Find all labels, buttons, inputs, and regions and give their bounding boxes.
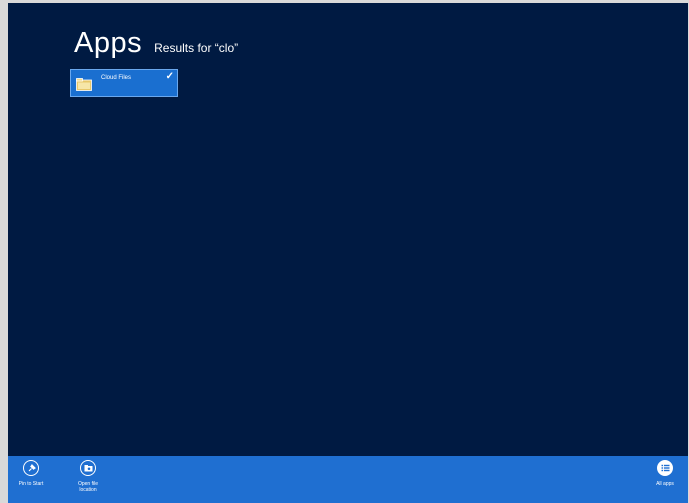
selected-check-icon: ✓ <box>165 71 174 82</box>
page-title: Apps <box>74 27 143 59</box>
pin-to-start-button[interactable]: Pin to Start <box>14 460 48 487</box>
pin-icon <box>23 460 39 476</box>
app-tile-label: Cloud Files <box>101 75 132 81</box>
app-tile-cloud-files[interactable]: Cloud Files ✓ <box>70 69 178 97</box>
all-apps-label: All apps <box>656 481 674 487</box>
search-results-subtitle: Results for “clo” <box>154 41 239 55</box>
screen: Apps Results for “clo” Cloud Files ✓ Pin… <box>0 0 689 503</box>
folder-location-icon <box>80 460 96 476</box>
app-bar: Pin to Start Open file location All apps <box>8 456 688 503</box>
open-file-location-button[interactable]: Open file location <box>71 460 105 493</box>
pin-to-start-label: Pin to Start <box>18 481 44 487</box>
apps-search-screen: Apps Results for “clo” Cloud Files ✓ <box>8 3 688 459</box>
all-apps-icon <box>657 460 673 476</box>
header: Apps Results for “clo” <box>74 27 238 60</box>
folder-icon <box>76 78 92 91</box>
open-file-location-label: Open file location <box>77 481 98 493</box>
all-apps-button[interactable]: All apps <box>648 460 682 487</box>
